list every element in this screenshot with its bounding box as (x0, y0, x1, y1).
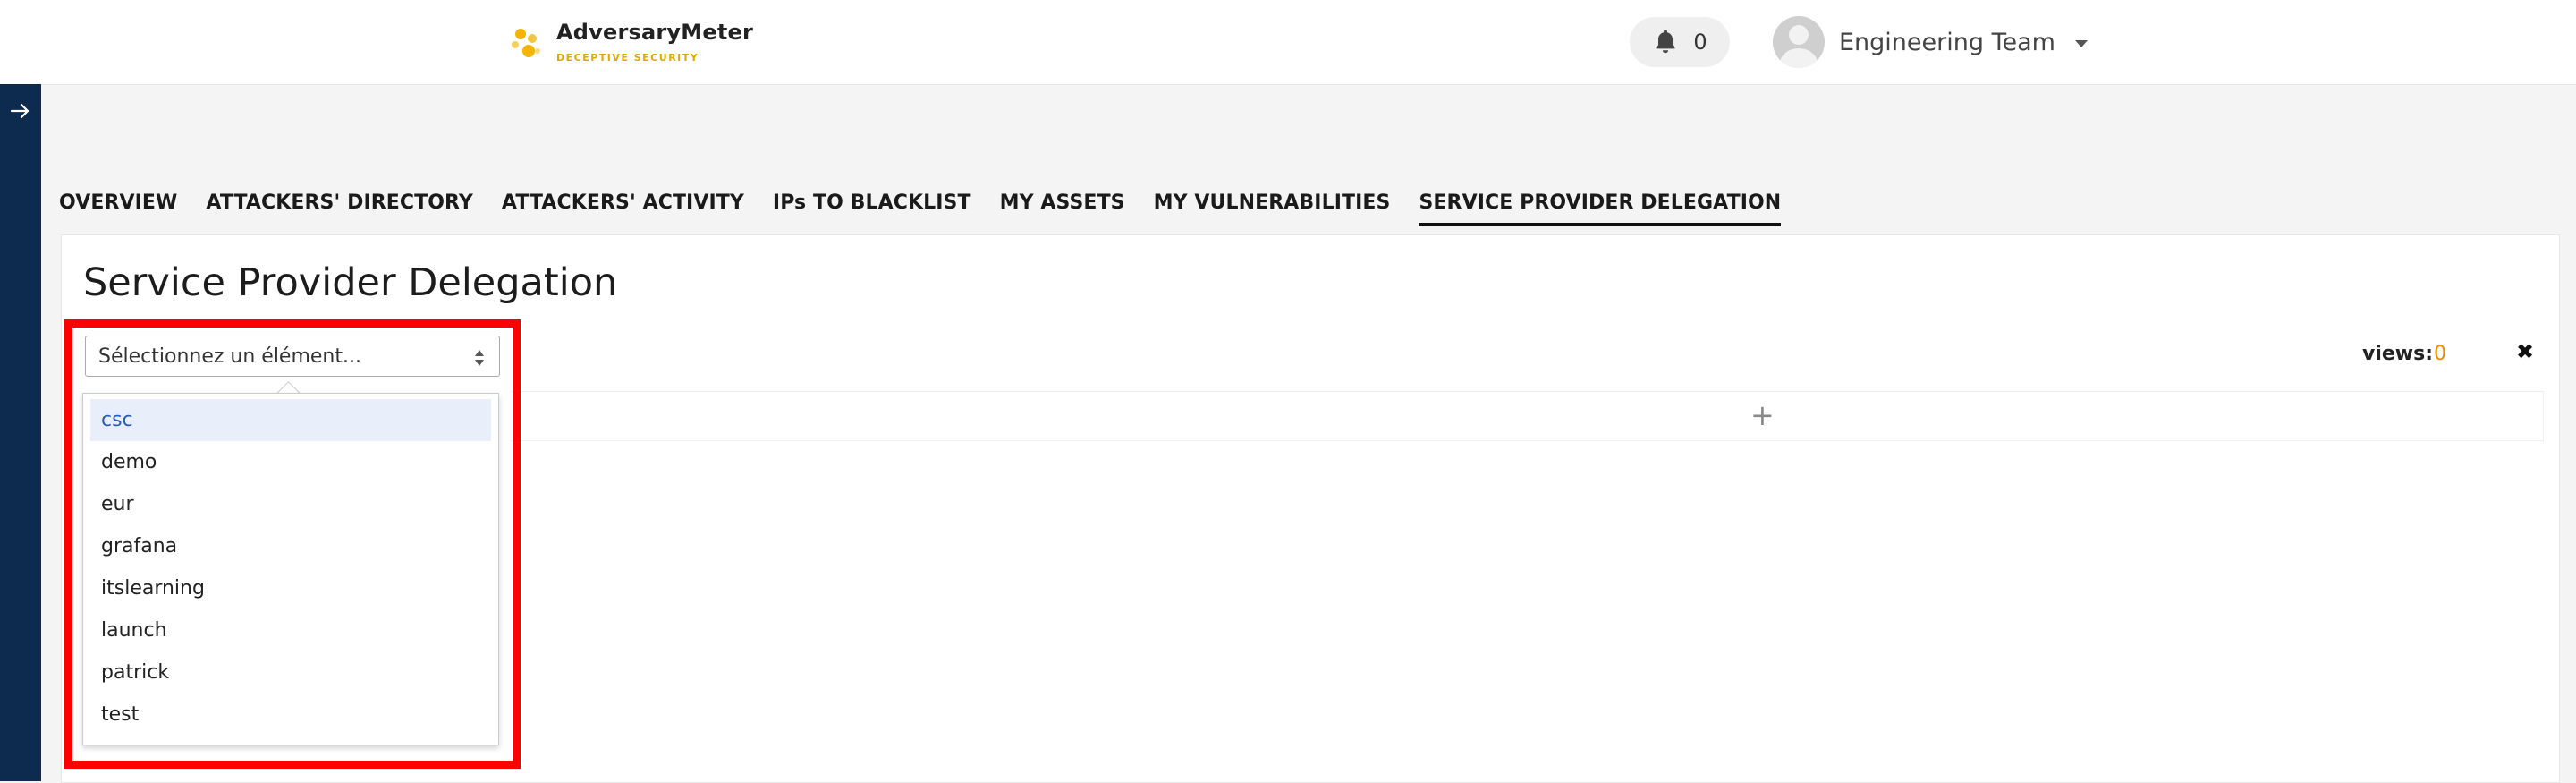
tab-service-provider-delegation[interactable]: SERVICE PROVIDER DELEGATION (1419, 191, 1782, 226)
tab-overview[interactable]: OVERVIEW (59, 191, 177, 226)
dropdown-option[interactable]: grafana (90, 525, 491, 567)
dropdown-option[interactable]: csc (90, 399, 491, 441)
arrow-right-icon[interactable] (8, 98, 33, 123)
side-rail (0, 84, 41, 781)
add-icon[interactable]: + (1750, 401, 1775, 430)
adversarymeter-logo-icon (510, 21, 544, 63)
tab-my-assets[interactable]: MY ASSETS (1000, 191, 1125, 226)
add-delegation-row[interactable]: + (511, 391, 2544, 441)
brand-text: AdversaryMeter DECEPTIVE SECURITY (556, 20, 753, 64)
user-name: Engineering Team (1839, 28, 2055, 56)
notifications-count: 0 (1693, 30, 1707, 55)
tab-ips-to-blacklist[interactable]: IPs TO BLACKLIST (773, 191, 971, 226)
dropdown-option[interactable]: patrick (90, 651, 491, 694)
views-count: 0 (2434, 343, 2446, 365)
tab-my-vulnerabilities[interactable]: MY VULNERABILITIES (1154, 191, 1391, 226)
dropdown-option[interactable]: demo (90, 441, 491, 483)
tab-attackers-directory[interactable]: ATTACKERS' DIRECTORY (206, 191, 473, 226)
dropdown-option[interactable]: launch (90, 609, 491, 651)
close-icon[interactable]: ✖ (2516, 339, 2534, 364)
main-tabs: OVERVIEW ATTACKERS' DIRECTORY ATTACKERS'… (59, 191, 1809, 226)
user-avatar-icon (1773, 16, 1825, 68)
brand-name: AdversaryMeter (556, 20, 754, 45)
select-arrows-icon (475, 350, 484, 366)
select-placeholder: Sélectionnez un élément... (98, 345, 361, 368)
dropdown-option[interactable]: test (90, 694, 491, 736)
top-header: AdversaryMeter DECEPTIVE SECURITY 0 Engi… (0, 0, 2576, 85)
content-panel: Service Provider Delegation Sélectionnez… (61, 234, 2560, 783)
bell-icon (1656, 30, 1675, 54)
page-title: Service Provider Delegation (83, 260, 618, 305)
user-menu[interactable]: Engineering Team (1773, 16, 2088, 68)
caret-down-icon (2074, 40, 2088, 47)
brand-logo[interactable]: AdversaryMeter DECEPTIVE SECURITY (510, 20, 753, 64)
dropdown-option[interactable]: itslearning (90, 567, 491, 609)
element-select[interactable]: Sélectionnez un élément... (85, 336, 500, 377)
notifications-button[interactable]: 0 (1630, 17, 1730, 67)
select-dropdown-list: csc demo eur grafana itslearning launch … (82, 393, 499, 745)
views-label: views: (2362, 343, 2434, 365)
tab-attackers-activity[interactable]: ATTACKERS' ACTIVITY (502, 191, 744, 226)
dropdown-option[interactable]: eur (90, 483, 491, 525)
brand-tagline: DECEPTIVE SECURITY (556, 52, 699, 64)
